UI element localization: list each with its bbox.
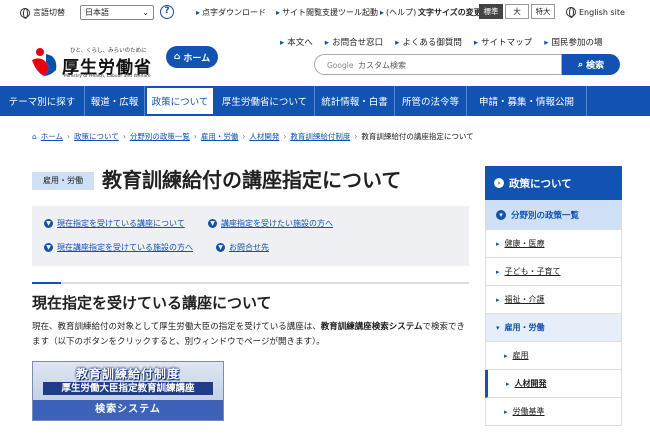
house-icon: ⌂: [32, 132, 37, 141]
breadcrumb: ⌂ ホーム › 政策について › 分野別の政策一覧 › 雇用・労働 › 人材開発…: [32, 131, 474, 142]
sidebar-item-welfare[interactable]: ▸ 福祉・介護: [485, 286, 622, 314]
header-link-main[interactable]: 本文へ: [280, 36, 313, 48]
chevron-right-icon: ›: [242, 132, 246, 141]
sidebar-item-hrd[interactable]: ▸ 人材開発: [485, 370, 622, 398]
chevron-down-icon: ▼: [44, 219, 53, 228]
font-size-standard-button[interactable]: 標準: [479, 4, 503, 19]
chevron-right-icon: ›: [122, 132, 126, 141]
chevron-right-icon: ›: [283, 132, 287, 141]
header-link-sitemap[interactable]: サイトマップ: [474, 36, 532, 48]
breadcrumb-policy[interactable]: 政策について: [74, 131, 119, 142]
gnav-policy[interactable]: 政策について: [145, 86, 215, 116]
gnav-themes[interactable]: テーマ別に探す: [0, 86, 85, 116]
gnav-press[interactable]: 報道・広報: [85, 86, 145, 116]
course-search-system-banner[interactable]: 教育訓練給付制度 厚生労働大臣指定教育訓練講座 検索システム: [32, 361, 224, 421]
sidebar-item-employment-sub[interactable]: ▸ 雇用: [485, 342, 622, 370]
language-label: 言語切替: [20, 7, 65, 19]
chevron-right-icon: ▸: [496, 239, 500, 248]
anchor-link-apply-facility[interactable]: ▼ 講座指定を受けたい施設の方へ: [208, 218, 333, 229]
language-select[interactable]: 日本語 ⌄: [80, 5, 154, 20]
font-size-xlarge-button[interactable]: 特大: [531, 4, 555, 19]
sidebar-item-policy-list[interactable]: ▾ 分野別の政策一覧: [485, 200, 622, 230]
search-input[interactable]: Google カスタム検索: [314, 54, 562, 75]
english-site-link[interactable]: English site: [566, 7, 625, 18]
site-logo[interactable]: ひと、くらし、みらいのために 厚生労働省 Ministry of Health,…: [30, 46, 160, 82]
breadcrumb-hrd[interactable]: 人材開発: [249, 131, 279, 142]
home-button[interactable]: ⌂ ホーム: [166, 46, 218, 68]
chevron-down-icon: ▼: [44, 243, 53, 252]
chevron-down-icon: ▼: [216, 243, 225, 252]
gnav-statistics[interactable]: 統計情報・白書: [315, 86, 395, 116]
chevron-right-icon: ›: [354, 132, 358, 141]
sidebar-item-employment[interactable]: ▾ 雇用・労働: [485, 314, 622, 342]
breadcrumb-training-benefit[interactable]: 教育訓練給付制度: [290, 131, 350, 142]
chevron-right-icon: ▸: [504, 407, 508, 416]
header-link-faq[interactable]: よくある御質問: [395, 36, 462, 48]
page-anchor-box: [32, 206, 469, 266]
section-heading: 現在指定を受けている講座について: [32, 282, 469, 313]
gnav-about[interactable]: 厚生労働省について: [215, 86, 315, 116]
chevron-down-icon: ⌄: [142, 8, 149, 17]
anchor-link-designated-facility[interactable]: ▼ 現在講座指定を受けている施設の方へ: [44, 242, 193, 253]
chevron-right-icon: ›: [494, 178, 504, 188]
chevron-down-icon: ▼: [208, 219, 217, 228]
anchor-link-current-courses[interactable]: ▼ 現在指定を受けている講座について: [44, 218, 185, 229]
breadcrumb-current: 教育訓練給付の講座指定について: [361, 132, 474, 141]
global-nav: テーマ別に探す 報道・広報 政策について 厚生労働省について 統計情報・白書 所…: [0, 86, 650, 116]
house-icon: ⌂: [173, 52, 181, 62]
help-link[interactable]: (ヘルプ): [380, 7, 416, 18]
breadcrumb-home[interactable]: ホーム: [41, 131, 63, 142]
braille-download-link[interactable]: 点字ダウンロード: [196, 7, 266, 18]
sidebar-item-health[interactable]: ▸ 健康・医療: [485, 230, 622, 258]
header-link-contact[interactable]: お問合せ窓口: [325, 36, 383, 48]
section-body: 現在、教育訓練給付の対象として厚生労働大臣の指定を受けている講座は、教育訓練講座…: [32, 322, 466, 347]
help-icon[interactable]: ?: [160, 5, 174, 19]
header-link-participation[interactable]: 国民参加の場: [544, 36, 602, 48]
search-icon: ⌕: [577, 59, 584, 70]
chevron-right-icon: ▸: [496, 295, 500, 304]
breadcrumb-policy-list[interactable]: 分野別の政策一覧: [130, 131, 190, 142]
sidebar-item-children[interactable]: ▸ 子ども・子育て: [485, 258, 622, 286]
chevron-right-icon: ›: [67, 132, 71, 141]
sidebar-heading[interactable]: › 政策について: [485, 166, 622, 200]
breadcrumb-employment[interactable]: 雇用・労働: [201, 131, 239, 142]
category-badge: 雇用・労働: [32, 172, 94, 190]
sidebar-item-labor-standards[interactable]: ▸ 労働基準: [485, 398, 622, 426]
accessibility-tool-link[interactable]: サイト閲覧支援ツール起動: [276, 7, 378, 18]
globe-icon: [20, 7, 30, 19]
chevron-down-icon: ▾: [496, 210, 506, 220]
utility-bar: 言語切替 日本語 ⌄ ? 点字ダウンロード サイト閲覧支援ツール起動 (ヘルプ)…: [0, 0, 650, 26]
chevron-down-icon: ▾: [496, 323, 500, 332]
chevron-right-icon: ▸: [504, 351, 508, 360]
chevron-right-icon: ▸: [496, 267, 500, 276]
chevron-right-icon: ›: [193, 132, 197, 141]
anchor-link-contact[interactable]: ▼ お問合せ先: [216, 242, 269, 253]
font-size-label: 文字サイズの変更: [418, 8, 482, 17]
chevron-right-icon: ▸: [506, 379, 510, 388]
font-size-large-button[interactable]: 大: [505, 4, 529, 19]
mhlw-logo-icon: [32, 48, 57, 76]
sidebar-nav: › 政策について ▾ 分野別の政策一覧 ▸ 健康・医療 ▸ 子ども・子育て ▸ …: [485, 166, 622, 426]
globe-icon: [566, 7, 576, 18]
page-title: 教育訓練給付の講座指定について: [102, 168, 402, 192]
gnav-laws[interactable]: 所管の法令等: [395, 86, 467, 116]
gnav-applications[interactable]: 申請・募集・情報公開: [467, 86, 587, 116]
search-button[interactable]: ⌕ 検索: [562, 54, 620, 75]
